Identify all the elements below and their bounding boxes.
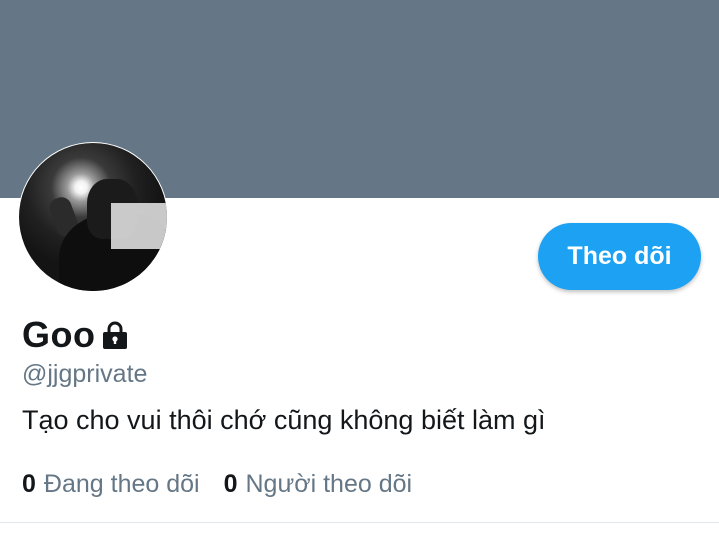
display-name: Goo bbox=[22, 314, 96, 355]
profile-handle: @jjgprivate bbox=[22, 360, 148, 388]
following-stat[interactable]: 0 Đang theo dõi bbox=[22, 470, 200, 499]
followers-label: Người theo dõi bbox=[245, 470, 413, 498]
following-label: Đang theo dõi bbox=[43, 470, 200, 498]
name-row: Goo bbox=[22, 312, 129, 358]
follow-button[interactable]: Theo dõi bbox=[538, 223, 701, 290]
divider bbox=[0, 522, 719, 523]
profile-stats: 0 Đang theo dõi 0 Người theo dõi bbox=[22, 470, 436, 499]
profile-avatar[interactable] bbox=[18, 142, 168, 292]
avatar-image-detail bbox=[111, 203, 167, 249]
followers-stat[interactable]: 0 Người theo dõi bbox=[224, 470, 412, 499]
profile-bio: Tạo cho vui thôi chớ cũng không biết làm… bbox=[22, 405, 546, 435]
following-count: 0 bbox=[22, 470, 36, 498]
avatar-image bbox=[19, 143, 167, 291]
followers-count: 0 bbox=[223, 470, 238, 498]
lock-icon bbox=[101, 320, 129, 350]
